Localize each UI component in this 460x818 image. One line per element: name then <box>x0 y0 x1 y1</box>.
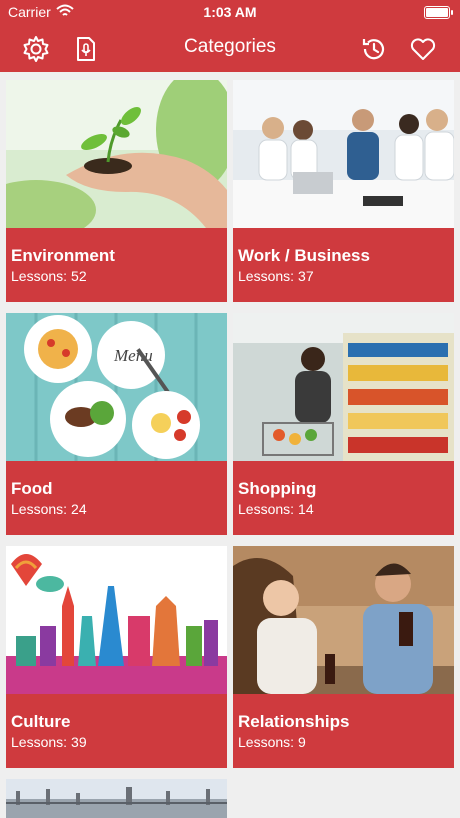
category-card-food[interactable]: Menu Food Lessons: 24 <box>6 313 227 535</box>
heart-icon[interactable] <box>406 32 440 66</box>
page-title: Categories <box>184 36 276 57</box>
category-card-culture[interactable]: Culture Lessons: 39 <box>6 546 227 768</box>
lessons-value: 24 <box>71 501 87 517</box>
history-icon[interactable] <box>357 32 391 66</box>
status-bar: Carrier 1:03 AM <box>0 0 460 26</box>
lessons-count: Lessons: 14 <box>238 501 314 517</box>
category-card-shopping[interactable]: Shopping Lessons: 14 <box>233 313 454 535</box>
lessons-value: 52 <box>71 268 87 284</box>
lessons-label: Lessons: <box>238 268 295 284</box>
lessons-count: Lessons: 24 <box>11 501 87 517</box>
category-title: Shopping <box>238 479 317 498</box>
plant-in-hand-image <box>6 80 227 228</box>
lessons-count: Lessons: 37 <box>238 268 314 284</box>
lessons-value: 9 <box>298 734 306 750</box>
supermarket-image <box>233 313 454 461</box>
lessons-value: 14 <box>298 501 314 517</box>
category-title: Environment <box>11 246 115 265</box>
lessons-label: Lessons: <box>11 268 68 284</box>
category-card-environment[interactable]: Environment Lessons: 52 <box>6 80 227 302</box>
clock: 1:03 AM <box>203 4 257 20</box>
nav-bar: Categories <box>0 26 460 72</box>
lessons-count: Lessons: 52 <box>11 268 87 284</box>
app-header: Carrier 1:03 AM Categories <box>0 0 460 72</box>
food-plates-image: Menu <box>6 313 227 461</box>
office-meeting-image <box>233 80 454 228</box>
lessons-label: Lessons: <box>238 734 295 750</box>
lessons-label: Lessons: <box>238 501 295 517</box>
world-landmarks-image <box>6 546 227 694</box>
lessons-value: 39 <box>71 734 87 750</box>
couple-cafe-image <box>233 546 454 694</box>
category-card-partial[interactable] <box>6 779 227 818</box>
category-title: Relationships <box>238 712 350 731</box>
lessons-count: Lessons: 39 <box>11 734 87 750</box>
category-grid: Environment Lessons: 52 Work / Business … <box>0 72 460 818</box>
lessons-count: Lessons: 9 <box>238 734 306 750</box>
city-bridge-image <box>6 779 227 818</box>
battery-icon <box>424 6 453 19</box>
lessons-value: 37 <box>298 268 314 284</box>
category-card-work-business[interactable]: Work / Business Lessons: 37 <box>233 80 454 302</box>
category-title: Food <box>11 479 53 498</box>
lessons-label: Lessons: <box>11 734 68 750</box>
category-title: Culture <box>11 712 71 731</box>
lessons-label: Lessons: <box>11 501 68 517</box>
category-title: Work / Business <box>238 246 370 265</box>
category-card-relationships[interactable]: Relationships Lessons: 9 <box>233 546 454 768</box>
